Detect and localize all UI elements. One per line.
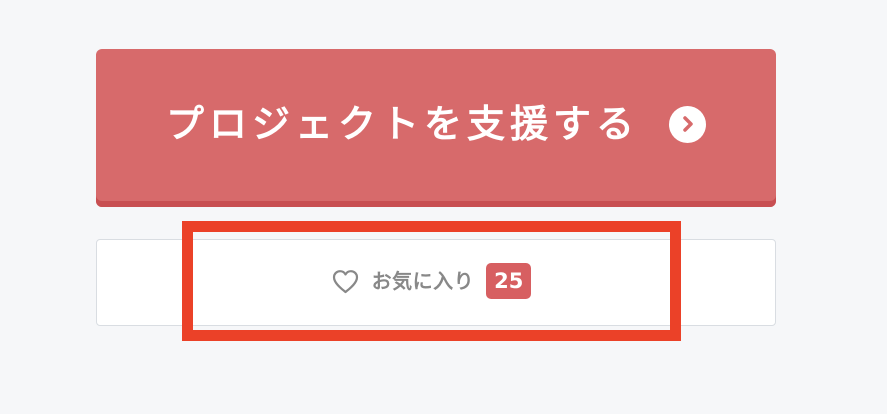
support-project-button[interactable]: プロジェクトを支援する bbox=[96, 49, 776, 207]
chevron-right-circle-icon bbox=[669, 105, 706, 143]
chevron-right-icon bbox=[682, 116, 693, 132]
favorite-count-badge: 25 bbox=[486, 263, 532, 299]
favorite-label: お気に入り bbox=[371, 269, 475, 293]
support-project-label: プロジェクトを支援する bbox=[165, 102, 639, 146]
project-support-panel: プロジェクトを支援する お気に入り 25 bbox=[0, 0, 887, 414]
heart-outline-icon bbox=[332, 268, 359, 295]
favorite-button[interactable]: お気に入り 25 bbox=[182, 221, 681, 341]
